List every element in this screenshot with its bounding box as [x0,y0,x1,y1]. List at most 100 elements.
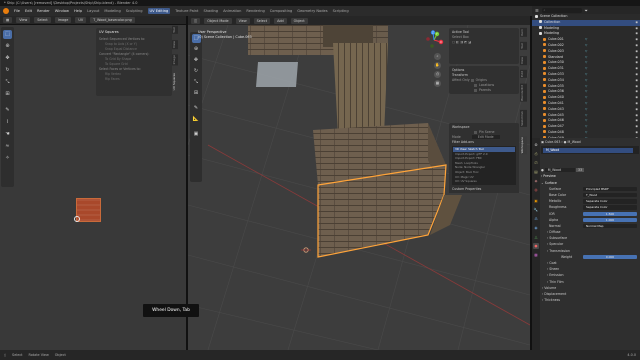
tab-blenderkit[interactable]: BlenderKit [520,84,527,102]
rotate-icon[interactable]: ↻ [192,67,201,76]
uv-menu-uv[interactable]: UV [75,17,87,23]
user-count-badge[interactable]: 33 [576,168,585,173]
vp-menu-object[interactable]: Object [290,17,308,24]
2d-cursor-icon[interactable] [74,216,80,222]
relax-tool-icon[interactable]: ≈ [3,142,12,151]
pinch-tool-icon[interactable]: ✧ [3,154,12,163]
outliner-editor-icon[interactable]: ☰ [535,8,539,13]
pan-hand-icon[interactable]: ✋ [434,62,441,69]
transform-icon[interactable]: ⊞ [192,89,201,98]
property-field[interactable]: 1.500 [583,211,637,216]
grab-tool-icon[interactable]: ☚ [3,130,12,139]
menu-window[interactable]: Window [55,9,69,13]
scene-tab-icon[interactable]: ◈ [533,178,539,184]
tab-tool[interactable]: Tool [172,26,178,34]
vp-menu-select[interactable]: Select [253,17,271,24]
origins-checkbox[interactable] [470,78,474,82]
tab-workspace[interactable]: Workspace [520,136,527,155]
rip-faces-button[interactable]: Rip Faces [99,77,169,82]
tab-view[interactable]: View [172,40,178,50]
select-mode-icons[interactable]: ▢ ◧ ◨ ◩ ◪ [452,40,516,45]
outliner-search-input[interactable]: ⌕ [541,7,582,13]
scale-icon[interactable]: ⤡ [192,78,201,87]
mode-dropdown[interactable]: Object Mode [204,17,232,24]
property-field[interactable]: Separate Color [583,205,637,210]
tab-shading[interactable]: Shading [203,9,218,13]
move-tool-icon[interactable]: ✥ [3,54,12,63]
world-tab-icon[interactable]: ◍ [533,187,539,193]
tab-compositing[interactable]: Compositing [270,9,293,13]
filter-icon[interactable]: ⏷ [585,8,588,13]
weight-field[interactable]: 0.000 [583,254,637,260]
zoom-icon[interactable]: ⌕ [434,53,441,60]
view-layer-tab-icon[interactable]: ▤ [533,169,539,175]
tab-modeling[interactable]: Modeling [104,9,120,13]
custom-properties-subpanel[interactable]: Custom Properties [449,185,519,193]
collapsed-subpanel[interactable]: › Thickness [541,297,639,303]
cursor-tool-icon[interactable]: ⊕ [3,42,12,51]
tab-animation[interactable]: Animation [223,9,241,13]
tab-sketchfab[interactable]: Sketchfab [520,110,527,127]
tab-sculpting[interactable]: Sculpting [126,9,143,13]
tab-view[interactable]: View [520,56,527,66]
material-name-field[interactable]: M_Wood [544,168,576,173]
cursor-icon[interactable]: ⊕ [192,45,201,54]
particles-tab-icon[interactable]: ⁂ [533,216,539,222]
image-name-field[interactable]: T_Wood_basecolor.png [90,17,135,23]
tab-tool[interactable]: Tool [520,42,527,50]
filter-addons-subpanel[interactable]: Filter Add-ons [452,140,516,145]
scale-tool-icon[interactable]: ⤡ [3,78,12,87]
rotate-tool-icon[interactable]: ↻ [3,66,12,75]
rip-tool-icon[interactable]: ⌇ [3,118,12,127]
tab-image[interactable]: Image [172,54,178,66]
material-slot-item[interactable]: M_Wood [543,147,633,153]
physics-tab-icon[interactable]: ◉ [533,225,539,231]
select-tool-icon[interactable]: ⬚ [3,30,12,39]
mode-select[interactable]: Edit Mode [471,135,500,139]
annotate-icon[interactable]: ✎ [192,104,201,113]
measure-icon[interactable]: 📐 [192,115,201,124]
menu-file[interactable]: File [14,9,20,13]
editor-type-icon[interactable]: ▦ [3,17,13,23]
data-tab-icon[interactable]: △ [533,234,539,240]
add-cube-icon[interactable]: ▣ [192,130,201,139]
editor-type-icon[interactable]: ◫ [191,17,201,24]
tab-layout[interactable]: Layout [87,9,99,13]
tab-texture-paint[interactable]: Texture Paint [175,9,198,13]
camera-icon[interactable]: ⎙ [434,71,441,78]
tab-scripting[interactable]: Scripting [333,9,349,13]
tab-rendering[interactable]: Rendering [246,9,264,13]
tool-tab-icon[interactable]: ⚙ [533,142,539,148]
vp-menu-add[interactable]: Add [274,17,287,24]
object-tab-icon[interactable]: ▣ [533,198,539,204]
vp-menu-view[interactable]: View [235,17,250,24]
grid-view-icon[interactable]: ▦ [434,80,441,87]
modifier-tab-icon[interactable]: 🔧 [533,207,539,213]
uv-menu-select[interactable]: Select [34,17,51,23]
menu-help[interactable]: Help [74,9,82,13]
texture-tab-icon[interactable]: ▩ [533,252,539,258]
output-tab-icon[interactable]: ⎚ [533,160,539,166]
property-field[interactable]: Separate Color [583,199,637,204]
tab-uv-editing[interactable]: UV Editing [147,8,171,14]
menu-edit[interactable]: Edit [25,9,32,13]
material-tab-icon[interactable]: ● [533,243,539,249]
locations-checkbox[interactable] [474,83,477,87]
menu-render[interactable]: Render [37,9,50,13]
navigation-gizmo[interactable]: X Y Z [424,30,444,50]
blender-logo-icon[interactable] [3,8,9,14]
transform-tool-icon[interactable]: ⊞ [3,90,12,99]
property-field[interactable]: Principled BSDF [583,186,637,192]
tab-item[interactable]: Item [520,28,527,37]
property-field[interactable]: Normal Map [583,223,637,229]
property-field[interactable]: 1.000 [583,217,637,223]
tab-edit[interactable]: Edit [520,70,527,78]
property-field[interactable]: T_Wood [583,192,637,198]
render-tab-icon[interactable]: ⎙ [533,151,539,157]
pin-scene-checkbox[interactable] [474,130,477,134]
tab-geometry-nodes[interactable]: Geometry Nodes [297,9,327,13]
parents-checkbox[interactable] [474,88,477,92]
uv-menu-image[interactable]: Image [54,17,72,23]
uv-menu-view[interactable]: View [16,17,31,23]
tab-uv-squares[interactable]: UV Squares [172,72,178,92]
